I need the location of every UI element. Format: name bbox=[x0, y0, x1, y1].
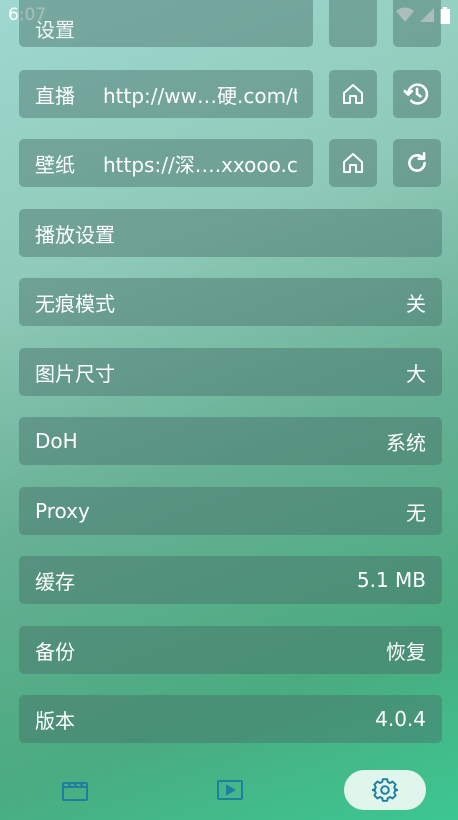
image-size-value: 大 bbox=[406, 361, 426, 386]
nav-live[interactable] bbox=[189, 770, 271, 810]
play-settings-label: 播放设置 bbox=[35, 222, 115, 247]
image-size-row[interactable]: 图片尺寸 大 bbox=[19, 348, 442, 396]
play-settings-row[interactable]: 播放设置 bbox=[19, 209, 442, 257]
backup-value: 恢复 bbox=[386, 639, 426, 664]
play-icon bbox=[217, 780, 243, 800]
version-row[interactable]: 版本 4.0.4 bbox=[19, 695, 442, 743]
nav-vod[interactable] bbox=[34, 770, 116, 810]
doh-row[interactable]: DoH 系统 bbox=[19, 417, 442, 465]
home-icon bbox=[343, 153, 363, 173]
partial-row[interactable]: 设置 bbox=[19, 0, 313, 47]
backup-row[interactable]: 备份 恢复 bbox=[19, 626, 442, 674]
wallpaper-home-button[interactable] bbox=[329, 139, 377, 187]
history-icon bbox=[403, 83, 429, 105]
live-url: http://ww…硬.com/tv bbox=[103, 83, 297, 108]
live-source-field[interactable]: 直播 http://ww…硬.com/tv bbox=[19, 70, 313, 118]
live-history-button[interactable] bbox=[393, 70, 441, 118]
backup-label: 备份 bbox=[35, 639, 75, 664]
live-label: 直播 bbox=[35, 83, 75, 108]
incognito-value: 关 bbox=[406, 291, 426, 316]
battery-icon bbox=[440, 6, 450, 24]
proxy-row[interactable]: Proxy 无 bbox=[19, 487, 442, 535]
cache-row[interactable]: 缓存 5.1 MB bbox=[19, 556, 442, 604]
version-value: 4.0.4 bbox=[375, 707, 426, 731]
film-icon bbox=[62, 782, 88, 801]
wallpaper-label: 壁纸 bbox=[35, 152, 75, 177]
proxy-value: 无 bbox=[406, 500, 426, 525]
live-home-button[interactable] bbox=[329, 70, 377, 118]
partial-button-1[interactable] bbox=[329, 0, 377, 47]
wallpaper-source-field[interactable]: 壁纸 https://深….xxooo.cf/ bbox=[19, 139, 313, 187]
doh-label: DoH bbox=[35, 429, 78, 453]
wallpaper-url: https://深….xxooo.cf/ bbox=[103, 152, 297, 177]
partial-button-2[interactable] bbox=[393, 0, 441, 47]
nav-settings[interactable] bbox=[344, 770, 426, 810]
image-size-label: 图片尺寸 bbox=[35, 361, 115, 386]
incognito-row[interactable]: 无痕模式 关 bbox=[19, 278, 442, 326]
cache-value: 5.1 MB bbox=[356, 568, 426, 592]
version-label: 版本 bbox=[35, 708, 75, 733]
cache-label: 缓存 bbox=[35, 569, 75, 594]
proxy-label: Proxy bbox=[35, 499, 90, 523]
incognito-label: 无痕模式 bbox=[35, 291, 115, 316]
home-icon bbox=[343, 84, 363, 104]
doh-value: 系统 bbox=[386, 430, 426, 455]
refresh-icon bbox=[408, 151, 426, 172]
gear-icon bbox=[372, 778, 398, 802]
wallpaper-refresh-button[interactable] bbox=[393, 139, 441, 187]
partial-row-label: 设置 bbox=[35, 18, 75, 42]
bottom-nav bbox=[0, 758, 458, 820]
